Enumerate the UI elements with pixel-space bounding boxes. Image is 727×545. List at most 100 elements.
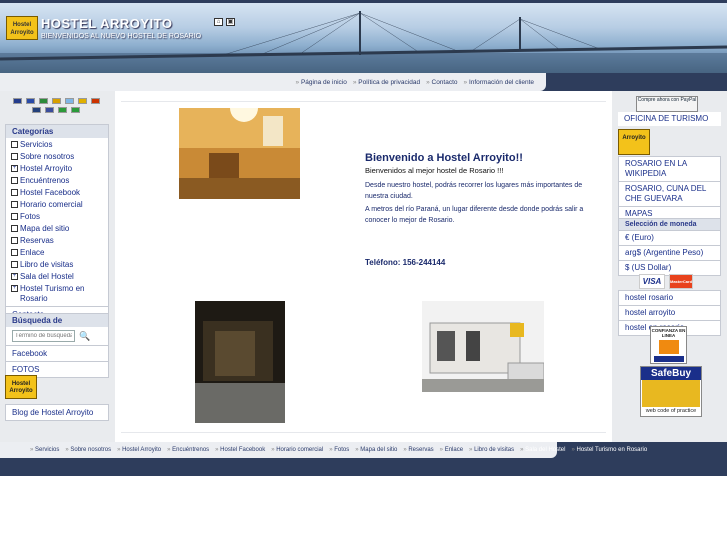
language-flags — [8, 98, 104, 113]
footer-link[interactable]: Hostel Arroyito — [117, 447, 161, 453]
category-label: Sala del Hostel — [20, 272, 74, 281]
category-item[interactable]: Encuéntrenos — [6, 175, 108, 187]
category-label: Encuéntrenos — [20, 176, 70, 185]
intro-paragraph-2: A metros del río Paraná, un lugar difere… — [365, 206, 584, 224]
search-icon[interactable]: 🔍 — [79, 331, 90, 342]
mastercard-logo: MasterCard — [669, 274, 693, 289]
category-label: Fotos — [20, 212, 41, 221]
flag-australia-icon[interactable] — [32, 107, 41, 113]
flag-brazil-icon[interactable] — [71, 107, 80, 113]
nav-link-home[interactable]: Página de inicio — [296, 79, 347, 86]
currency-ars[interactable]: arg$ (Argentine Peso) — [619, 245, 720, 260]
flag-english-icon[interactable] — [12, 98, 22, 104]
flag-italy-icon[interactable] — [58, 107, 67, 113]
paypal-button[interactable]: Compre ahora con PayPal — [636, 96, 698, 112]
footer-link[interactable]: Encuéntrenos — [167, 447, 209, 453]
footer-link[interactable]: Enlace — [440, 447, 463, 453]
blog-link[interactable]: Blog de Hostel Arroyito — [6, 405, 108, 420]
category-label: Hostel Facebook — [20, 188, 81, 197]
footer-link[interactable]: Hostel Turismo en Rosario — [571, 447, 647, 453]
category-item[interactable]: + Hostel Turismo en Rosario — [6, 283, 108, 305]
bullet-box-icon — [11, 225, 18, 232]
confianza-badge[interactable]: CONFIANZA EN LINEA — [650, 326, 687, 364]
flag-netherlands-icon[interactable] — [90, 98, 100, 104]
blog-logo[interactable]: Hostel Arroyito — [5, 375, 37, 399]
expand-icon: + — [11, 285, 18, 292]
facebook-link[interactable]: Facebook — [6, 345, 108, 361]
intro-paragraph-1: Desde nuestro hostel, podrás recorrer lo… — [365, 182, 583, 200]
arroyito-logo-right[interactable]: Arroyito — [618, 129, 650, 155]
category-label: Horario comercial — [20, 200, 83, 209]
safebuy-badge[interactable]: SafeBuy web code of practice — [640, 366, 702, 417]
reception-photo — [179, 108, 300, 199]
site-footer: Servicios Sobre nosotros Hostel Arroyito En… — [0, 442, 727, 476]
phone-number: Teléfono: 156-244144 — [365, 258, 446, 267]
flag-argentina-icon[interactable] — [64, 98, 74, 104]
category-label: Sobre nosotros — [20, 152, 75, 161]
category-item[interactable]: Libro de visitas — [6, 259, 108, 271]
search-title: Búsqueda de — [6, 314, 108, 327]
site-subtitle: BIENVENIDOS AL NUEVO HOSTEL DE ROSARIO — [41, 33, 202, 40]
bullet-box-icon — [11, 213, 18, 220]
footer-link[interactable]: Hostel Facebook — [215, 447, 265, 453]
category-item[interactable]: Hostel Facebook — [6, 187, 108, 199]
category-label: Libro de visitas — [20, 260, 74, 269]
currency-usd[interactable]: $ (US Dollar) — [619, 260, 720, 275]
bullet-box-icon — [11, 141, 18, 148]
welcome-title: Bienvenido a Hostel Arroyito!! — [365, 152, 523, 164]
tag-hostel-rosario[interactable]: hostel rosario — [619, 291, 720, 305]
hostel-logo[interactable]: Hostel Arroyito — [6, 16, 38, 40]
category-item[interactable]: Fotos — [6, 211, 108, 223]
che-guevara-link[interactable]: ROSARIO, CUNA DEL CHE GUEVARA — [619, 181, 720, 206]
category-item[interactable]: Sobre nosotros — [6, 151, 108, 163]
footer-link[interactable]: Sobre nosotros — [65, 447, 111, 453]
category-item[interactable]: Reservas — [6, 235, 108, 247]
nav-link-privacy[interactable]: Política de privacidad — [353, 79, 420, 86]
flag-french-icon[interactable] — [25, 98, 35, 104]
top-navigation: Página de inicio Política de privacidad … — [0, 73, 727, 91]
category-label: Hostel Turismo en Rosario — [20, 284, 85, 303]
footer-link[interactable]: Reservas — [403, 447, 433, 453]
welcome-subtitle: Bienvenidos al mejor hostel de Rosario !… — [365, 166, 504, 175]
main-content: Bienvenido a Hostel Arroyito!! Bienvenid… — [115, 91, 612, 442]
nav-link-contact[interactable]: Contacto — [426, 79, 458, 86]
category-item[interactable]: Servicios — [6, 139, 108, 151]
hostel-facade-photo — [422, 301, 544, 392]
flag-usa-icon[interactable] — [45, 107, 54, 113]
flag-germany-icon[interactable] — [77, 98, 87, 104]
site-title: HOSTEL ARROYITO — [41, 16, 173, 31]
bullet-box-icon — [11, 201, 18, 208]
bullet-box-icon — [11, 249, 18, 256]
footer-link[interactable]: Servicios — [30, 447, 59, 453]
currency-title: Selección de moneda — [619, 219, 720, 230]
currency-euro[interactable]: € (Euro) — [619, 230, 720, 245]
footer-link[interactable]: Horario comercial — [271, 447, 323, 453]
flag-spanish-icon[interactable] — [51, 98, 61, 104]
search-input[interactable] — [12, 330, 75, 342]
category-item[interactable]: Mapa del sitio — [6, 223, 108, 235]
bullet-box-icon — [11, 261, 18, 268]
left-sidebar: Categorías Servicios Sobre nosotros + Hoste… — [0, 91, 115, 442]
visa-logo: VISA — [639, 274, 665, 289]
category-item[interactable]: + Sala del Hostel — [6, 271, 108, 283]
categories-box: Categorías Servicios Sobre nosotros + Hoste… — [5, 124, 109, 323]
category-item[interactable]: Enlace — [6, 247, 108, 259]
wikipedia-link[interactable]: ROSARIO EN LA WIKIPEDIA — [619, 157, 720, 181]
home-icon[interactable]: ⌂ — [214, 18, 223, 26]
category-label: Servicios — [20, 140, 53, 149]
footer-link[interactable]: Fotos — [329, 447, 349, 453]
category-item[interactable]: + Hostel Arroyito — [6, 163, 108, 175]
categories-title: Categorías — [6, 125, 108, 138]
footer-link[interactable]: Sala del Hostel — [520, 447, 565, 453]
footer-link[interactable]: Mapa del sitio — [355, 447, 397, 453]
bullet-box-icon — [11, 237, 18, 244]
footer-link[interactable]: Libro de visitas — [469, 447, 514, 453]
bookmark-icon[interactable]: ▣ — [226, 18, 235, 26]
search-box: Búsqueda de 🔍 Facebook FOTOS — [5, 313, 109, 378]
flag-portuguese-icon[interactable] — [38, 98, 48, 104]
tag-hostel-arroyito[interactable]: hostel arroyito — [619, 305, 720, 320]
nav-link-client-info[interactable]: Información del cliente — [464, 79, 534, 86]
night-entrance-photo — [195, 301, 285, 423]
oficina-turismo-link[interactable]: OFICINA DE TURISMO — [618, 112, 721, 126]
category-item[interactable]: Horario comercial — [6, 199, 108, 211]
